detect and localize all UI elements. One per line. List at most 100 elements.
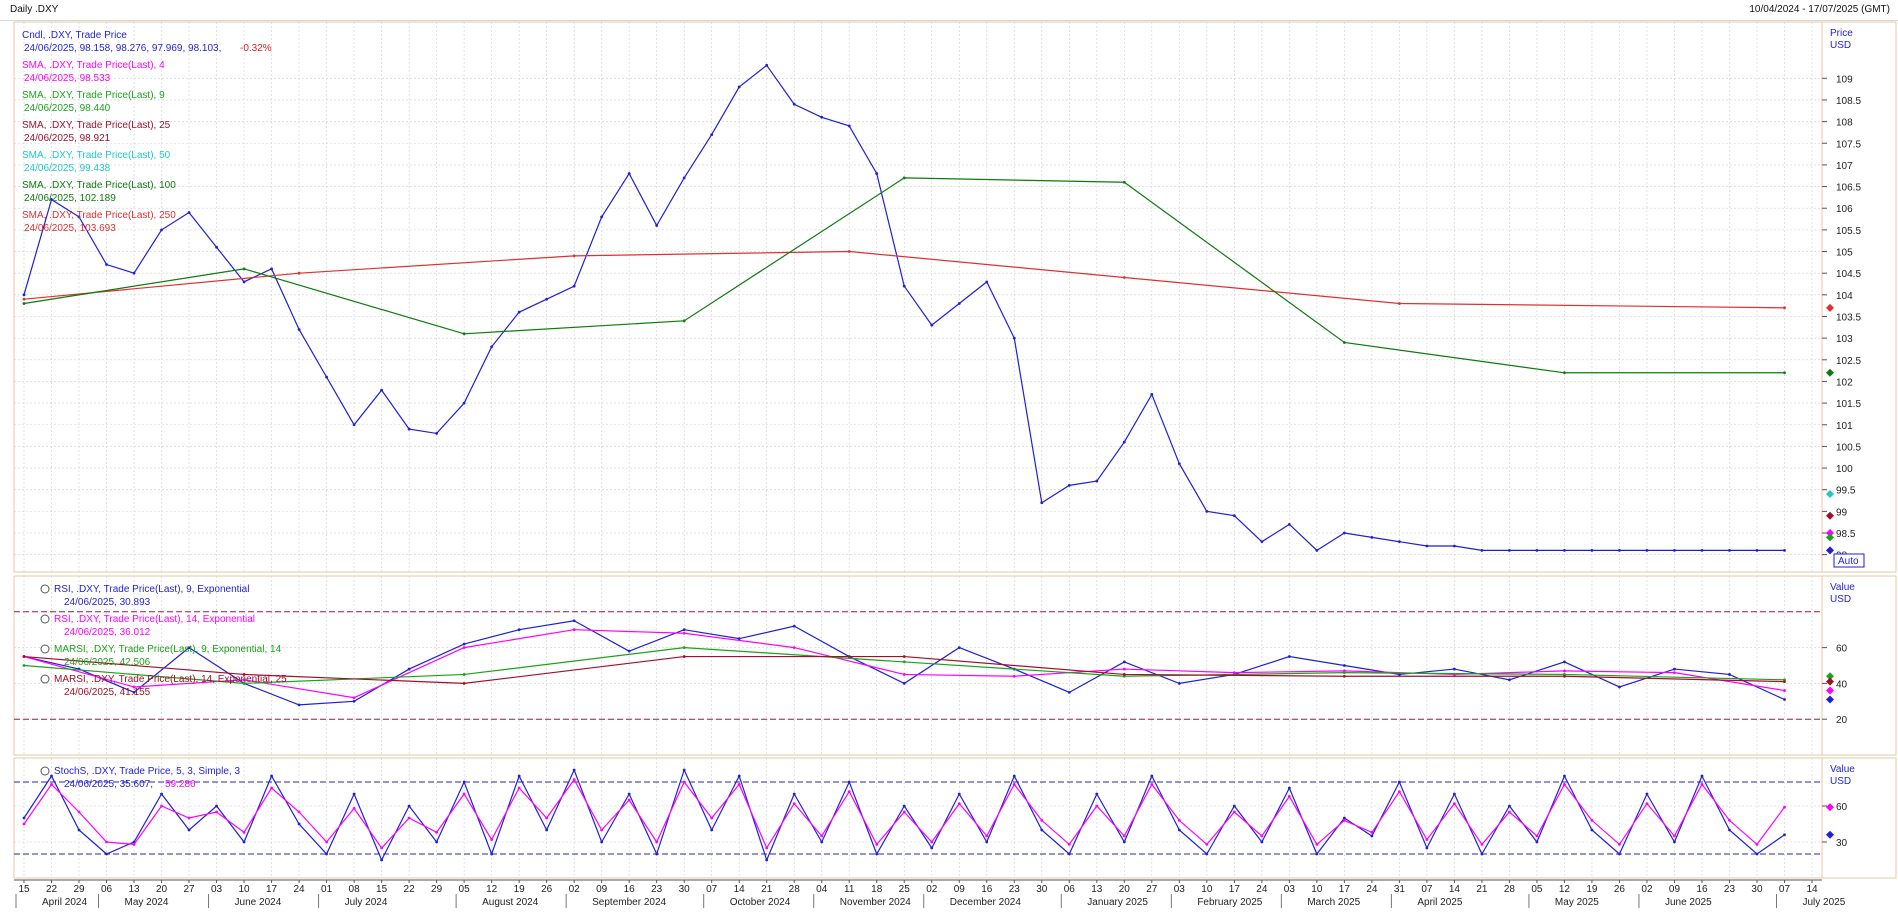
- series-point: [1453, 792, 1456, 796]
- series-point: [600, 215, 604, 219]
- series-point: [325, 375, 328, 379]
- x-day-label: 06: [1064, 884, 1076, 895]
- x-month-label: December 2024: [950, 897, 1022, 908]
- series-point: [77, 828, 81, 832]
- series-point: [270, 774, 273, 778]
- x-day-label: 06: [101, 884, 113, 895]
- series-point: [957, 302, 961, 305]
- legend-name: MARSI, .DXY, Trade Price(Last), 14, Expo…: [54, 674, 287, 685]
- series-point: [1232, 804, 1236, 808]
- series-point: [160, 228, 163, 232]
- series-point: [462, 332, 466, 336]
- y-axis-unit-2: USD: [1830, 776, 1851, 787]
- chart-canvas[interactable]: PriceUSD9898.59999.5100100.5101101.51021…: [0, 0, 1898, 912]
- series-point: [352, 699, 356, 703]
- series-point: [22, 655, 26, 658]
- series-point: [1563, 669, 1566, 673]
- series-point: [1783, 548, 1786, 552]
- series-point: [1728, 828, 1731, 832]
- series-point: [1150, 393, 1154, 396]
- legend-value: 24/06/2025, 30.893: [64, 597, 151, 608]
- series-point: [1673, 834, 1676, 838]
- x-month-label: May 2025: [1555, 897, 1599, 908]
- series-point: [1563, 548, 1566, 552]
- series-point: [215, 810, 218, 814]
- series-point: [435, 432, 439, 435]
- series-point: [380, 858, 383, 862]
- series-point: [655, 224, 659, 227]
- series-point: [1342, 671, 1346, 675]
- legend-value: 24/06/2025, 42.506: [64, 657, 151, 668]
- series-point: [1755, 548, 1759, 552]
- series-point: [682, 655, 686, 658]
- y-tick-label: 106: [1836, 204, 1853, 215]
- y-tick-label: 106.5: [1836, 183, 1861, 194]
- series-point: [985, 280, 989, 284]
- x-day-label: 24: [1256, 884, 1268, 895]
- series-point: [1783, 689, 1786, 692]
- series-point: [1122, 834, 1126, 838]
- legend-name: SMA, .DXY, Trade Price(Last), 4: [22, 60, 165, 71]
- series-point: [1012, 783, 1016, 786]
- series-point: [407, 816, 411, 820]
- auto-scale-label: Auto: [1838, 556, 1859, 567]
- series-point: [50, 774, 53, 778]
- legend-name: SMA, .DXY, Trade Price(Last), 50: [22, 150, 171, 161]
- x-day-label: 23: [1009, 884, 1021, 895]
- legend-name: SMA, .DXY, Trade Price(Last), 9: [22, 90, 165, 101]
- series-point: [765, 63, 769, 67]
- series-point: [1397, 302, 1401, 305]
- x-month-label: July 2024: [345, 897, 388, 908]
- series-point: [765, 858, 769, 862]
- series-point: [1287, 522, 1291, 526]
- series-point: [847, 124, 851, 128]
- y-tick-label: 108: [1836, 118, 1853, 129]
- series-point: [930, 840, 934, 844]
- series-point: [682, 176, 686, 180]
- series-point: [380, 388, 383, 392]
- series-point: [1205, 509, 1209, 513]
- series-point: [1563, 674, 1566, 678]
- series-point: [352, 792, 356, 796]
- x-day-label: 15: [18, 884, 30, 895]
- series-point: [1563, 660, 1566, 664]
- series-point: [1095, 804, 1099, 808]
- legend-name: SMA, .DXY, Trade Price(Last), 100: [22, 180, 176, 191]
- series-point: [1177, 682, 1181, 685]
- y-tick-label: 107: [1836, 161, 1853, 172]
- series-point: [1342, 819, 1346, 822]
- y-axis-title-1: Value: [1830, 582, 1855, 593]
- series-point: [737, 783, 741, 786]
- series-point: [517, 310, 521, 314]
- series-point: [187, 211, 191, 214]
- series-point: [902, 810, 906, 814]
- x-day-label: 03: [1284, 884, 1296, 895]
- y-tick-label: 101: [1836, 421, 1853, 432]
- series-point: [1783, 680, 1786, 684]
- y-tick-label: 102.5: [1836, 356, 1861, 367]
- series-point: [1232, 810, 1236, 814]
- x-day-label: 10: [238, 884, 250, 895]
- series-point: [215, 245, 218, 249]
- series-point: [187, 828, 191, 832]
- series-point: [1618, 548, 1621, 552]
- legend-toggle-icon: [40, 614, 50, 624]
- series-point: [407, 804, 411, 808]
- legend-value: 24/06/2025, 98.533: [24, 73, 111, 84]
- series-point: [1315, 843, 1319, 846]
- y-tick-label: 104: [1836, 291, 1853, 302]
- series-point: [297, 703, 301, 707]
- y-tick-label: 100: [1836, 464, 1853, 475]
- series-point: [1260, 840, 1264, 844]
- series-point: [792, 792, 796, 796]
- series-point: [1122, 440, 1126, 444]
- legend-change: -0.32%: [240, 43, 272, 54]
- series-point: [1755, 843, 1759, 846]
- series-point: [792, 102, 796, 106]
- series-point: [710, 828, 714, 832]
- x-day-label: 02: [569, 884, 581, 895]
- series-point: [820, 834, 824, 838]
- series-point: [1342, 664, 1346, 667]
- series-point: [600, 828, 604, 832]
- series-point: [1232, 671, 1236, 675]
